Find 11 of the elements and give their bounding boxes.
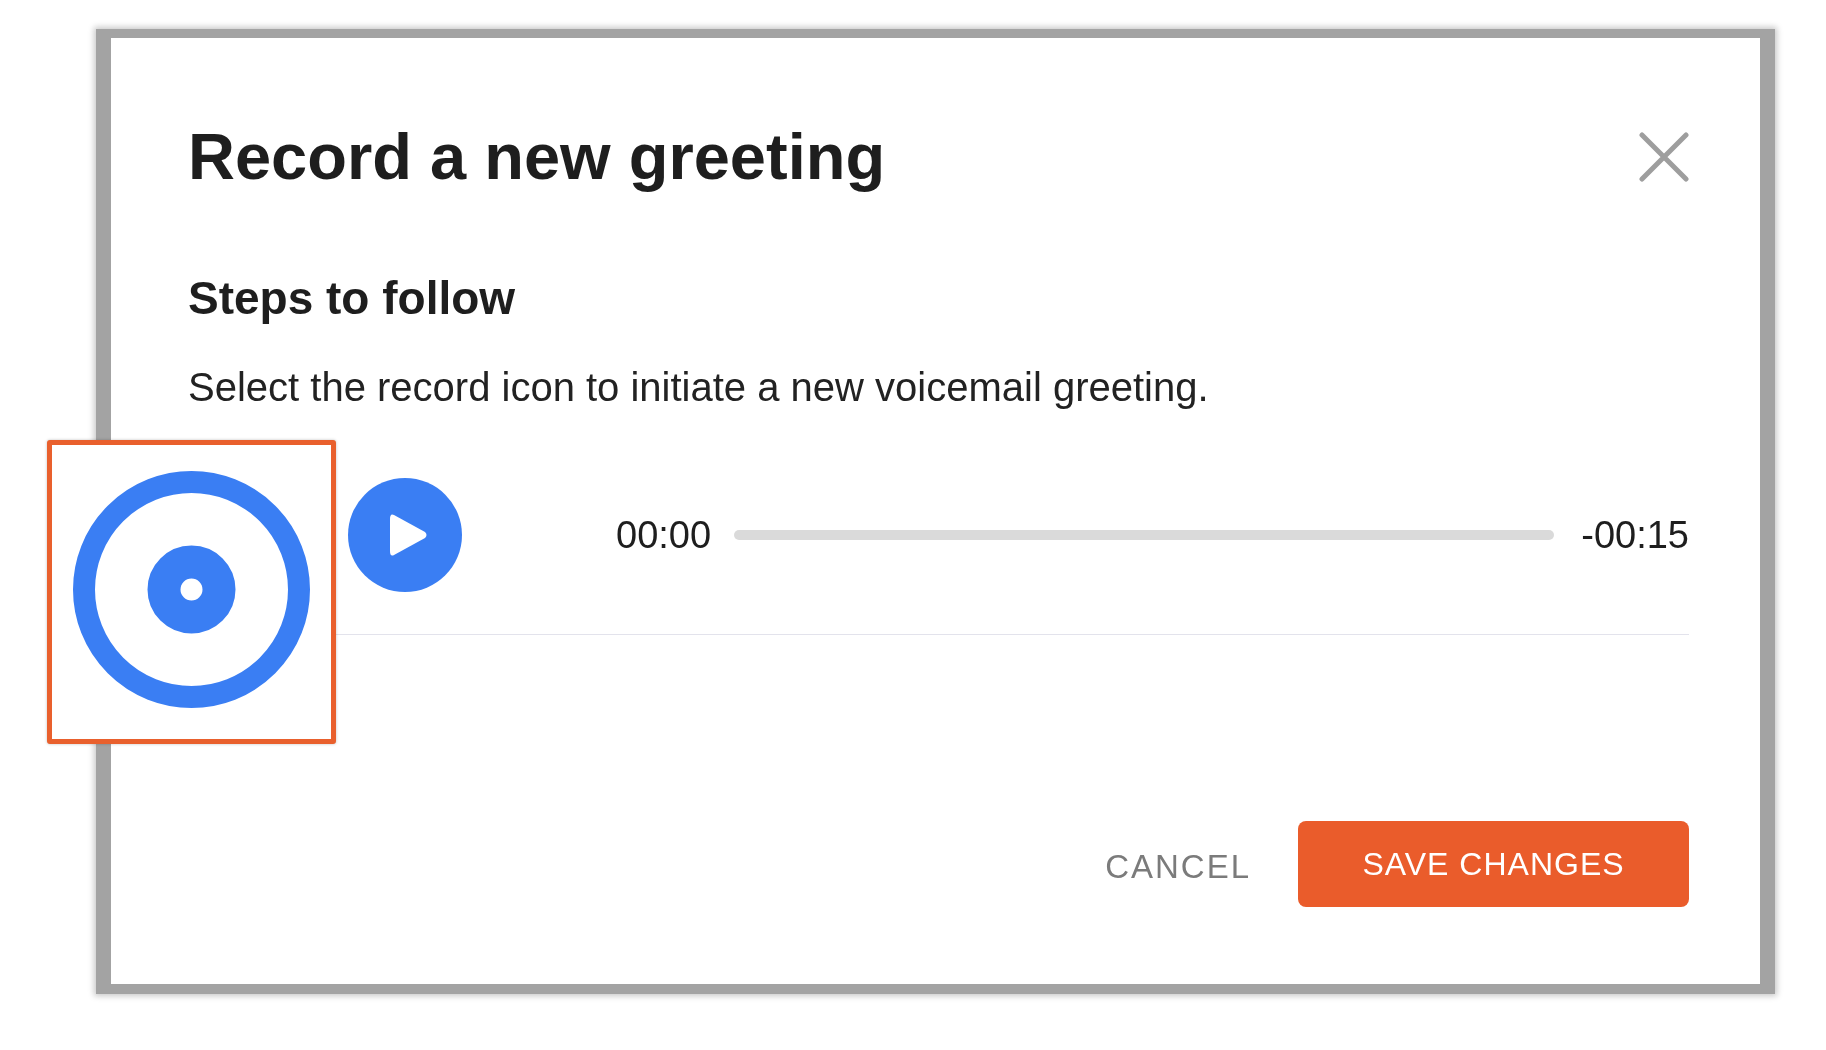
elapsed-time: 00:00 bbox=[616, 513, 712, 557]
close-button[interactable] bbox=[1639, 131, 1689, 182]
record-icon[interactable] bbox=[73, 470, 310, 708]
play-icon bbox=[390, 512, 428, 558]
progress-track[interactable] bbox=[734, 530, 1555, 540]
save-button[interactable]: SAVE CHANGES bbox=[1298, 821, 1689, 907]
remaining-time: -00:15 bbox=[1581, 513, 1689, 557]
steps-text: Select the record icon to initiate a new voicemail greeting. bbox=[188, 364, 1210, 411]
dialog-title: Record a new greeting bbox=[188, 121, 886, 192]
steps-heading: Steps to follow bbox=[188, 272, 517, 324]
cancel-button[interactable]: CANCEL bbox=[1089, 837, 1267, 897]
